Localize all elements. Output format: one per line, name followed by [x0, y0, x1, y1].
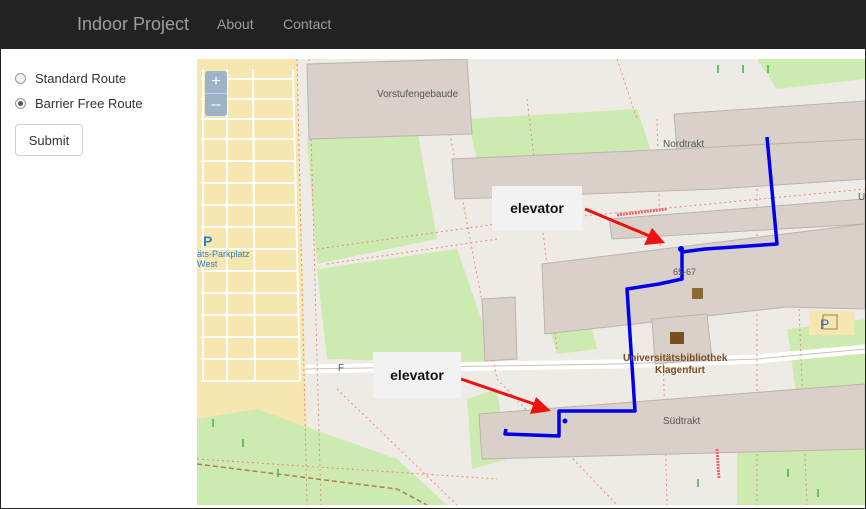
parking-p-label: P — [203, 233, 212, 249]
f-label: F — [338, 363, 345, 374]
nav-about-link[interactable]: About — [217, 16, 254, 32]
standard-route-option[interactable]: Standard Route — [15, 71, 126, 86]
barrier-free-route-label[interactable]: Barrier Free Route — [35, 96, 143, 111]
standard-route-label[interactable]: Standard Route — [35, 71, 126, 86]
elevator-callout-upper: elevator — [492, 186, 582, 230]
library-city-label: Klagenfurt — [655, 365, 705, 376]
route-elevator-point — [562, 418, 568, 424]
museum-icon — [692, 288, 703, 299]
parking-name-label: äts-Parkplatz — [197, 249, 250, 259]
vorstufengebaude-label: Vorstufengebaude — [377, 89, 459, 100]
green-area — [197, 409, 447, 505]
standard-route-radio[interactable] — [15, 73, 26, 84]
map-view[interactable]: P P + – Vorstufengebaude Nordtrakt Südtr… — [197, 59, 865, 505]
browser-frame: Indoor Project About Contact Standard Ro… — [0, 0, 866, 509]
barrier-free-route-radio[interactable] — [15, 98, 26, 109]
route-elevator-point — [678, 246, 684, 252]
green-area — [757, 59, 865, 89]
library-name-label: Universitätsbibliothek — [623, 353, 728, 364]
zoom-control[interactable]: + – — [205, 71, 227, 116]
nordtrakt-label: Nordtrakt — [663, 139, 705, 150]
map-canvas[interactable]: P P — [197, 59, 865, 505]
zoom-out-button[interactable]: – — [205, 94, 227, 116]
elevator-callout-lower: elevator — [373, 352, 461, 398]
submit-button[interactable]: Submit — [15, 124, 83, 156]
app-brand[interactable]: Indoor Project — [77, 14, 189, 35]
library-icon — [670, 332, 684, 344]
suedtrakt-label: Südtrakt — [663, 416, 701, 427]
building-number-label: 65-67 — [673, 267, 697, 277]
navbar: Indoor Project About Contact — [1, 1, 865, 49]
steps — [715, 448, 721, 480]
green-area — [317, 249, 497, 364]
zoom-in-button[interactable]: + — [205, 71, 227, 93]
route-options-panel: Standard Route Barrier Free Route Submit — [1, 49, 197, 508]
nav-contact-link[interactable]: Contact — [283, 16, 331, 32]
parking-west-label: West — [197, 259, 218, 269]
parking-p2-label: P — [820, 316, 829, 332]
green-area — [307, 129, 437, 264]
barrier-free-route-option[interactable]: Barrier Free Route — [15, 96, 143, 111]
u-label: U — [858, 192, 865, 203]
